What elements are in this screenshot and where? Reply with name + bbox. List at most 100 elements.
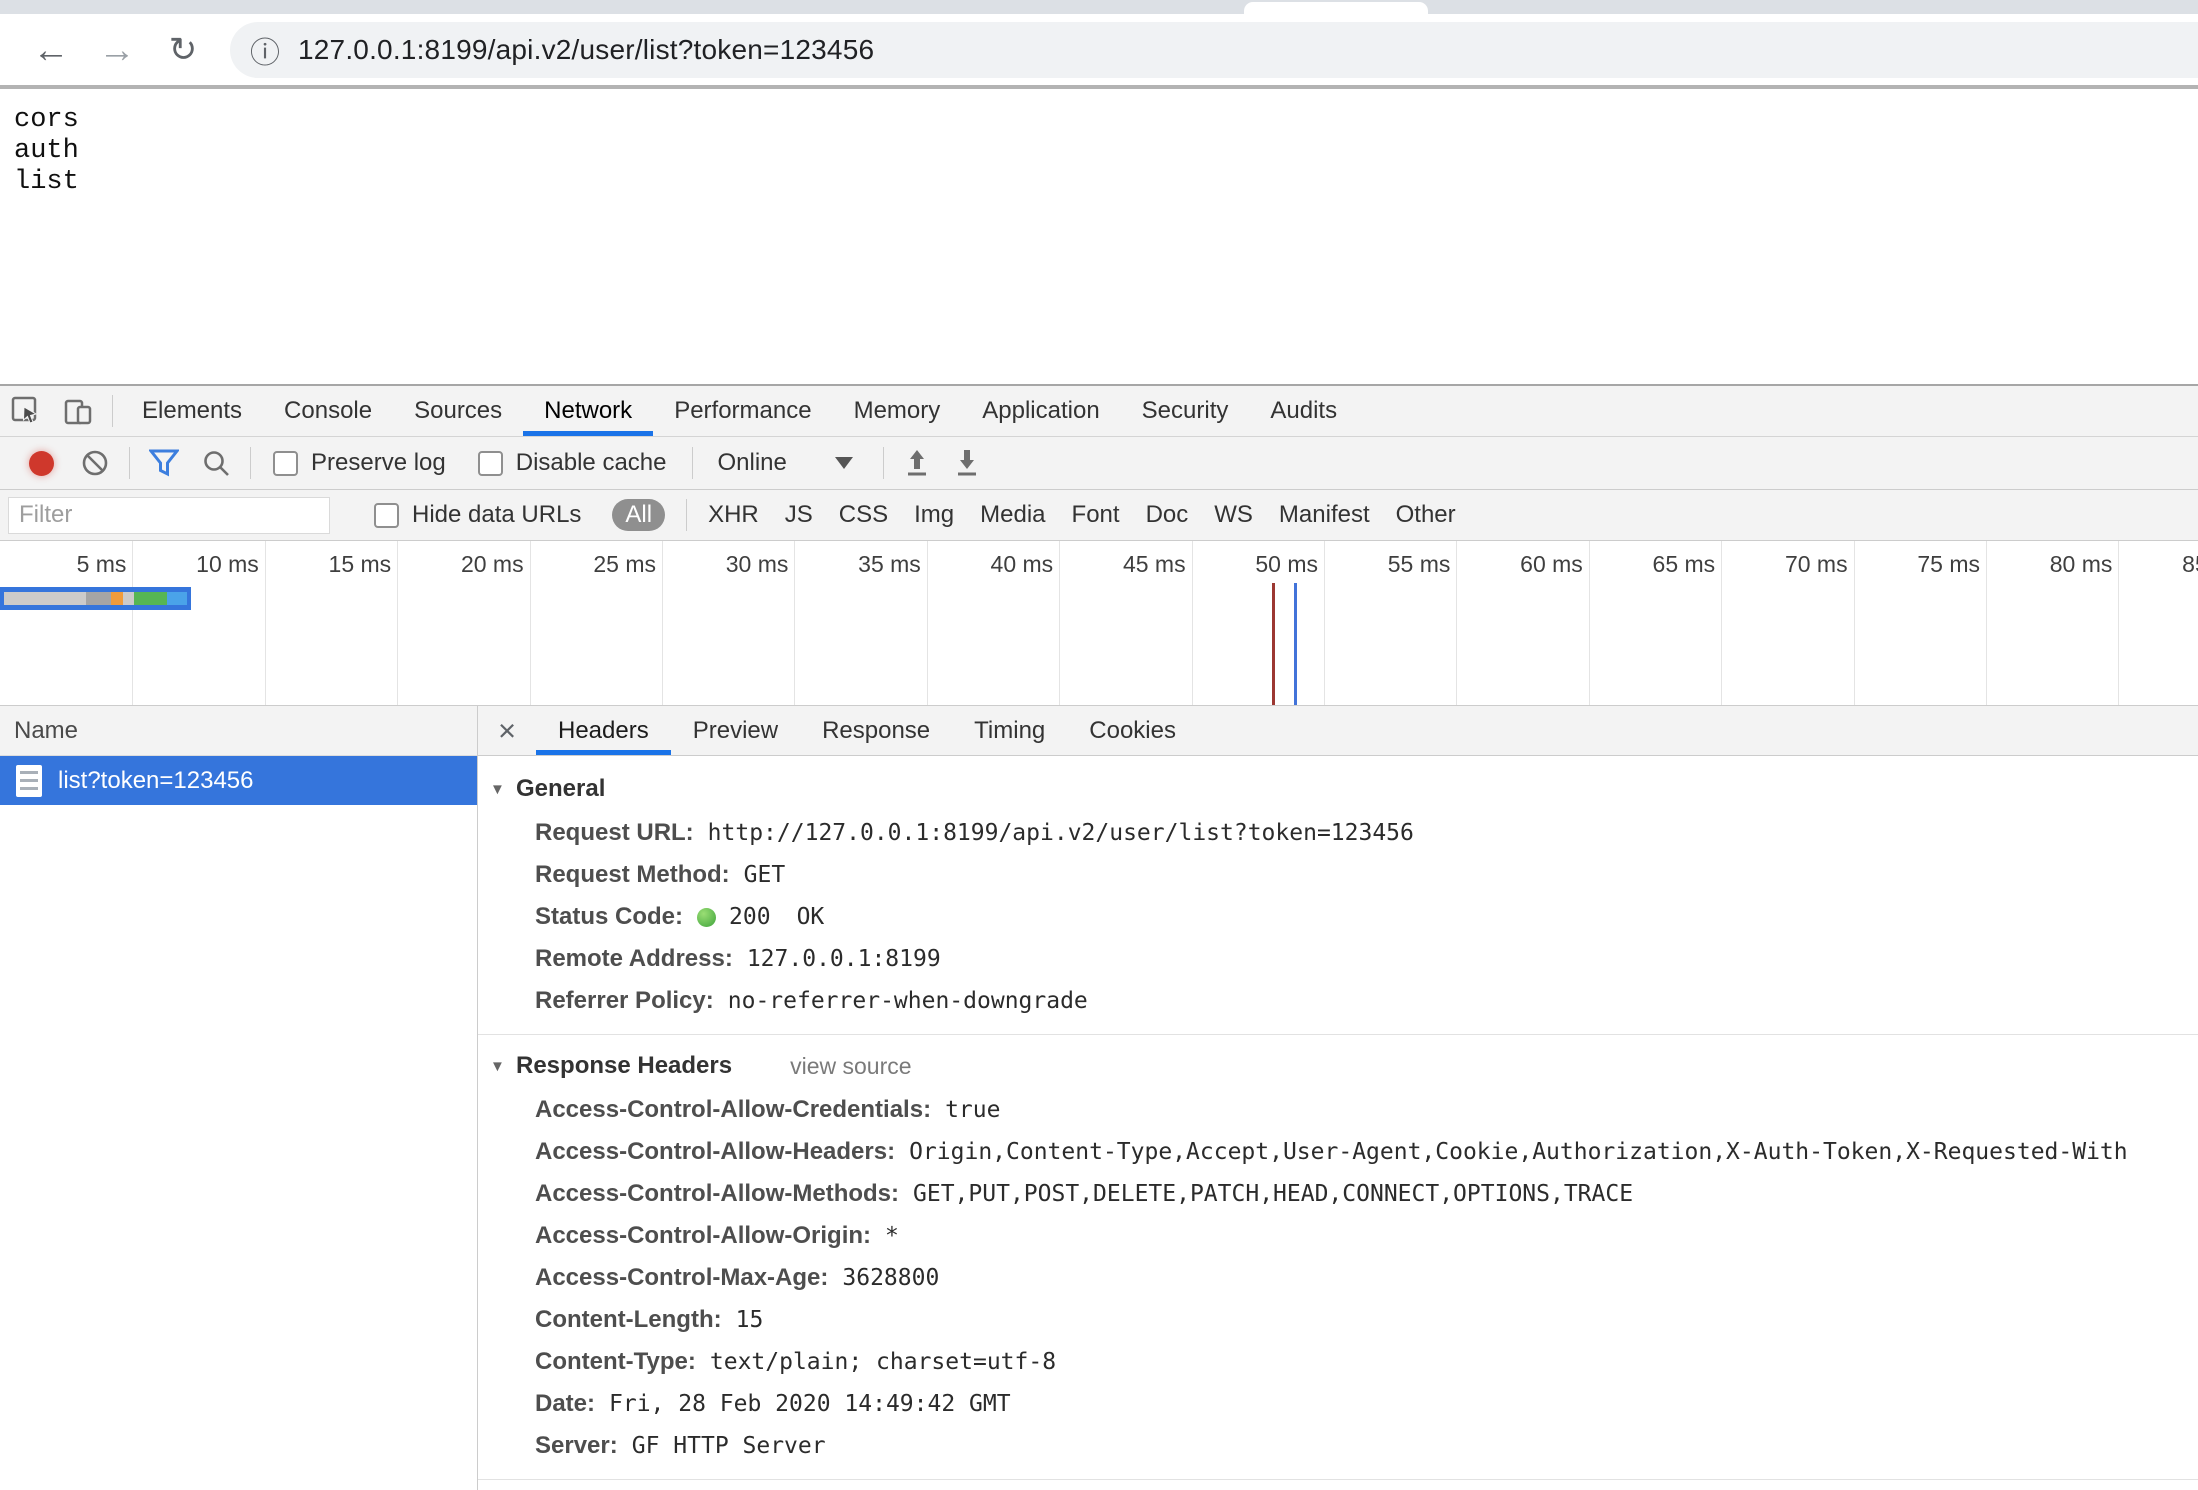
header-field-label: Content-Length:	[535, 1306, 722, 1334]
header-field-label: Server:	[535, 1432, 618, 1460]
browser-active-tab[interactable]	[1244, 2, 1428, 14]
header-field-row: Access-Control-Allow-Headers: Origin,Con…	[478, 1131, 2198, 1173]
waterfall-segment-load	[167, 592, 187, 605]
toolbar-separator	[250, 447, 251, 479]
devtools-tab[interactable]: Console	[263, 386, 393, 436]
type-filter[interactable]: Media	[980, 501, 1045, 529]
details-tab[interactable]: Timing	[952, 706, 1067, 755]
devtools-tab[interactable]: Audits	[1249, 386, 1358, 436]
details-tab[interactable]: Response	[800, 706, 952, 755]
back-icon[interactable]: ←	[18, 29, 84, 71]
devtools-tab[interactable]: Network	[523, 386, 653, 436]
header-field-value: 200	[729, 904, 771, 930]
collapse-arrow-icon[interactable]: ▼	[490, 781, 516, 798]
header-field-row: Date: Fri, 28 Feb 2020 14:49:42 GMT	[478, 1383, 2198, 1425]
disable-cache-label: Disable cache	[516, 449, 667, 477]
header-field-label: Status Code:	[535, 903, 683, 931]
waterfall-bar-selected[interactable]	[0, 587, 191, 610]
type-filter[interactable]: XHR	[708, 501, 759, 529]
request-list-panel: Name list?token=123456	[0, 706, 478, 1490]
timeline-tick-label: 30 ms	[648, 551, 788, 578]
section-divider	[478, 1479, 2198, 1480]
general-section-title: General	[516, 775, 605, 803]
name-column-header[interactable]: Name	[0, 706, 477, 756]
browser-toolbar: ← → ↻ ⓘ 127.0.0.1:8199/api.v2/user/list?…	[0, 14, 2198, 85]
timeline-tick-label: 80 ms	[1972, 551, 2112, 578]
header-field-value: GET	[744, 862, 786, 888]
throttling-select[interactable]: Online	[717, 449, 786, 477]
devtools-tab[interactable]: Security	[1121, 386, 1250, 436]
toolbar-separator	[692, 447, 693, 479]
view-source-link[interactable]: view source	[790, 1053, 911, 1080]
type-filter[interactable]: All	[612, 499, 665, 531]
export-har-icon[interactable]	[953, 447, 981, 479]
devtools-main-tabs: ElementsConsoleSourcesNetworkPerformance…	[121, 386, 1358, 436]
device-toolbar-icon[interactable]	[52, 386, 104, 436]
response-headers-section-header[interactable]: ▼ Response Headers view source	[478, 1043, 2198, 1089]
waterfall-segment-stalled	[86, 592, 111, 605]
type-filter[interactable]: CSS	[839, 501, 888, 529]
disable-cache-checkbox[interactable]	[478, 451, 503, 476]
hide-data-urls-checkbox[interactable]	[374, 503, 399, 528]
type-filter[interactable]: Manifest	[1279, 501, 1370, 529]
reload-icon[interactable]: ↻	[150, 30, 216, 70]
collapse-arrow-icon[interactable]: ▼	[490, 1058, 516, 1075]
timeline-tick-label: 55 ms	[1310, 551, 1450, 578]
timeline-tick-label: 45 ms	[1046, 551, 1186, 578]
details-tab[interactable]: Headers	[536, 706, 671, 755]
header-field-value: GET,PUT,POST,DELETE,PATCH,HEAD,CONNECT,O…	[913, 1181, 1633, 1207]
type-filter[interactable]: Other	[1396, 501, 1456, 529]
header-field-row: Remote Address: 127.0.0.1:8199	[478, 938, 2198, 980]
devtools-tab[interactable]: Application	[961, 386, 1120, 436]
devtools-tab[interactable]: Elements	[121, 386, 263, 436]
response-headers-section-title: Response Headers	[516, 1052, 732, 1080]
timeline-tick-label: 25 ms	[516, 551, 656, 578]
page-info-icon[interactable]: ⓘ	[250, 28, 280, 72]
forward-icon[interactable]: →	[84, 29, 150, 71]
devtools-tab[interactable]: Performance	[653, 386, 832, 436]
chevron-down-icon[interactable]	[835, 457, 853, 469]
toolbar-separator	[112, 395, 113, 427]
domcontentloaded-event-line	[1294, 583, 1297, 705]
document-icon	[16, 765, 42, 797]
filter-input[interactable]	[8, 497, 330, 534]
header-field-label: Request Method:	[535, 861, 730, 889]
header-field-value: 127.0.0.1:8199	[747, 946, 941, 972]
url-text[interactable]: 127.0.0.1:8199/api.v2/user/list?token=12…	[298, 34, 874, 66]
devtools-tab[interactable]: Sources	[393, 386, 523, 436]
general-section-header[interactable]: ▼ General	[478, 766, 2198, 812]
search-icon[interactable]	[201, 448, 231, 478]
details-tab[interactable]: Cookies	[1067, 706, 1198, 755]
toolbar-separator	[129, 447, 130, 479]
header-field-row: Content-Length: 15	[478, 1299, 2198, 1341]
header-field-label: Request URL:	[535, 819, 694, 847]
header-field-label: Access-Control-Allow-Methods:	[535, 1180, 899, 1208]
header-field-label: Access-Control-Max-Age:	[535, 1264, 828, 1292]
address-bar[interactable]: ⓘ 127.0.0.1:8199/api.v2/user/list?token=…	[230, 22, 2198, 78]
devtools-tab[interactable]: Memory	[833, 386, 962, 436]
page-content: cors auth list	[0, 89, 2198, 384]
status-ok-icon	[697, 908, 716, 927]
inspect-element-icon[interactable]	[0, 386, 52, 436]
import-har-icon[interactable]	[903, 447, 931, 479]
page-text-line: auth	[14, 136, 2184, 167]
close-icon[interactable]: ×	[478, 706, 536, 755]
type-filter[interactable]: WS	[1214, 501, 1253, 529]
header-field-label: Access-Control-Allow-Headers:	[535, 1138, 895, 1166]
header-field-label: Access-Control-Allow-Origin:	[535, 1222, 871, 1250]
request-row[interactable]: list?token=123456	[0, 756, 477, 805]
record-icon[interactable]	[29, 451, 54, 476]
type-filter[interactable]: JS	[785, 501, 813, 529]
timeline-tick-label: 60 ms	[1443, 551, 1583, 578]
type-filter[interactable]: Font	[1072, 501, 1120, 529]
type-filter[interactable]: Img	[914, 501, 954, 529]
timeline-tick-label: 10 ms	[119, 551, 259, 578]
timeline-overview[interactable]: 5 ms10 ms15 ms20 ms25 ms30 ms35 ms40 ms4…	[0, 541, 2198, 706]
preserve-log-checkbox[interactable]	[273, 451, 298, 476]
filter-icon[interactable]	[149, 449, 179, 477]
timeline-tick-label: 50 ms	[1178, 551, 1318, 578]
type-filter[interactable]: Doc	[1146, 501, 1189, 529]
clear-icon[interactable]	[80, 448, 110, 478]
header-field-row: Server: GF HTTP Server	[478, 1425, 2198, 1467]
details-tab[interactable]: Preview	[671, 706, 800, 755]
